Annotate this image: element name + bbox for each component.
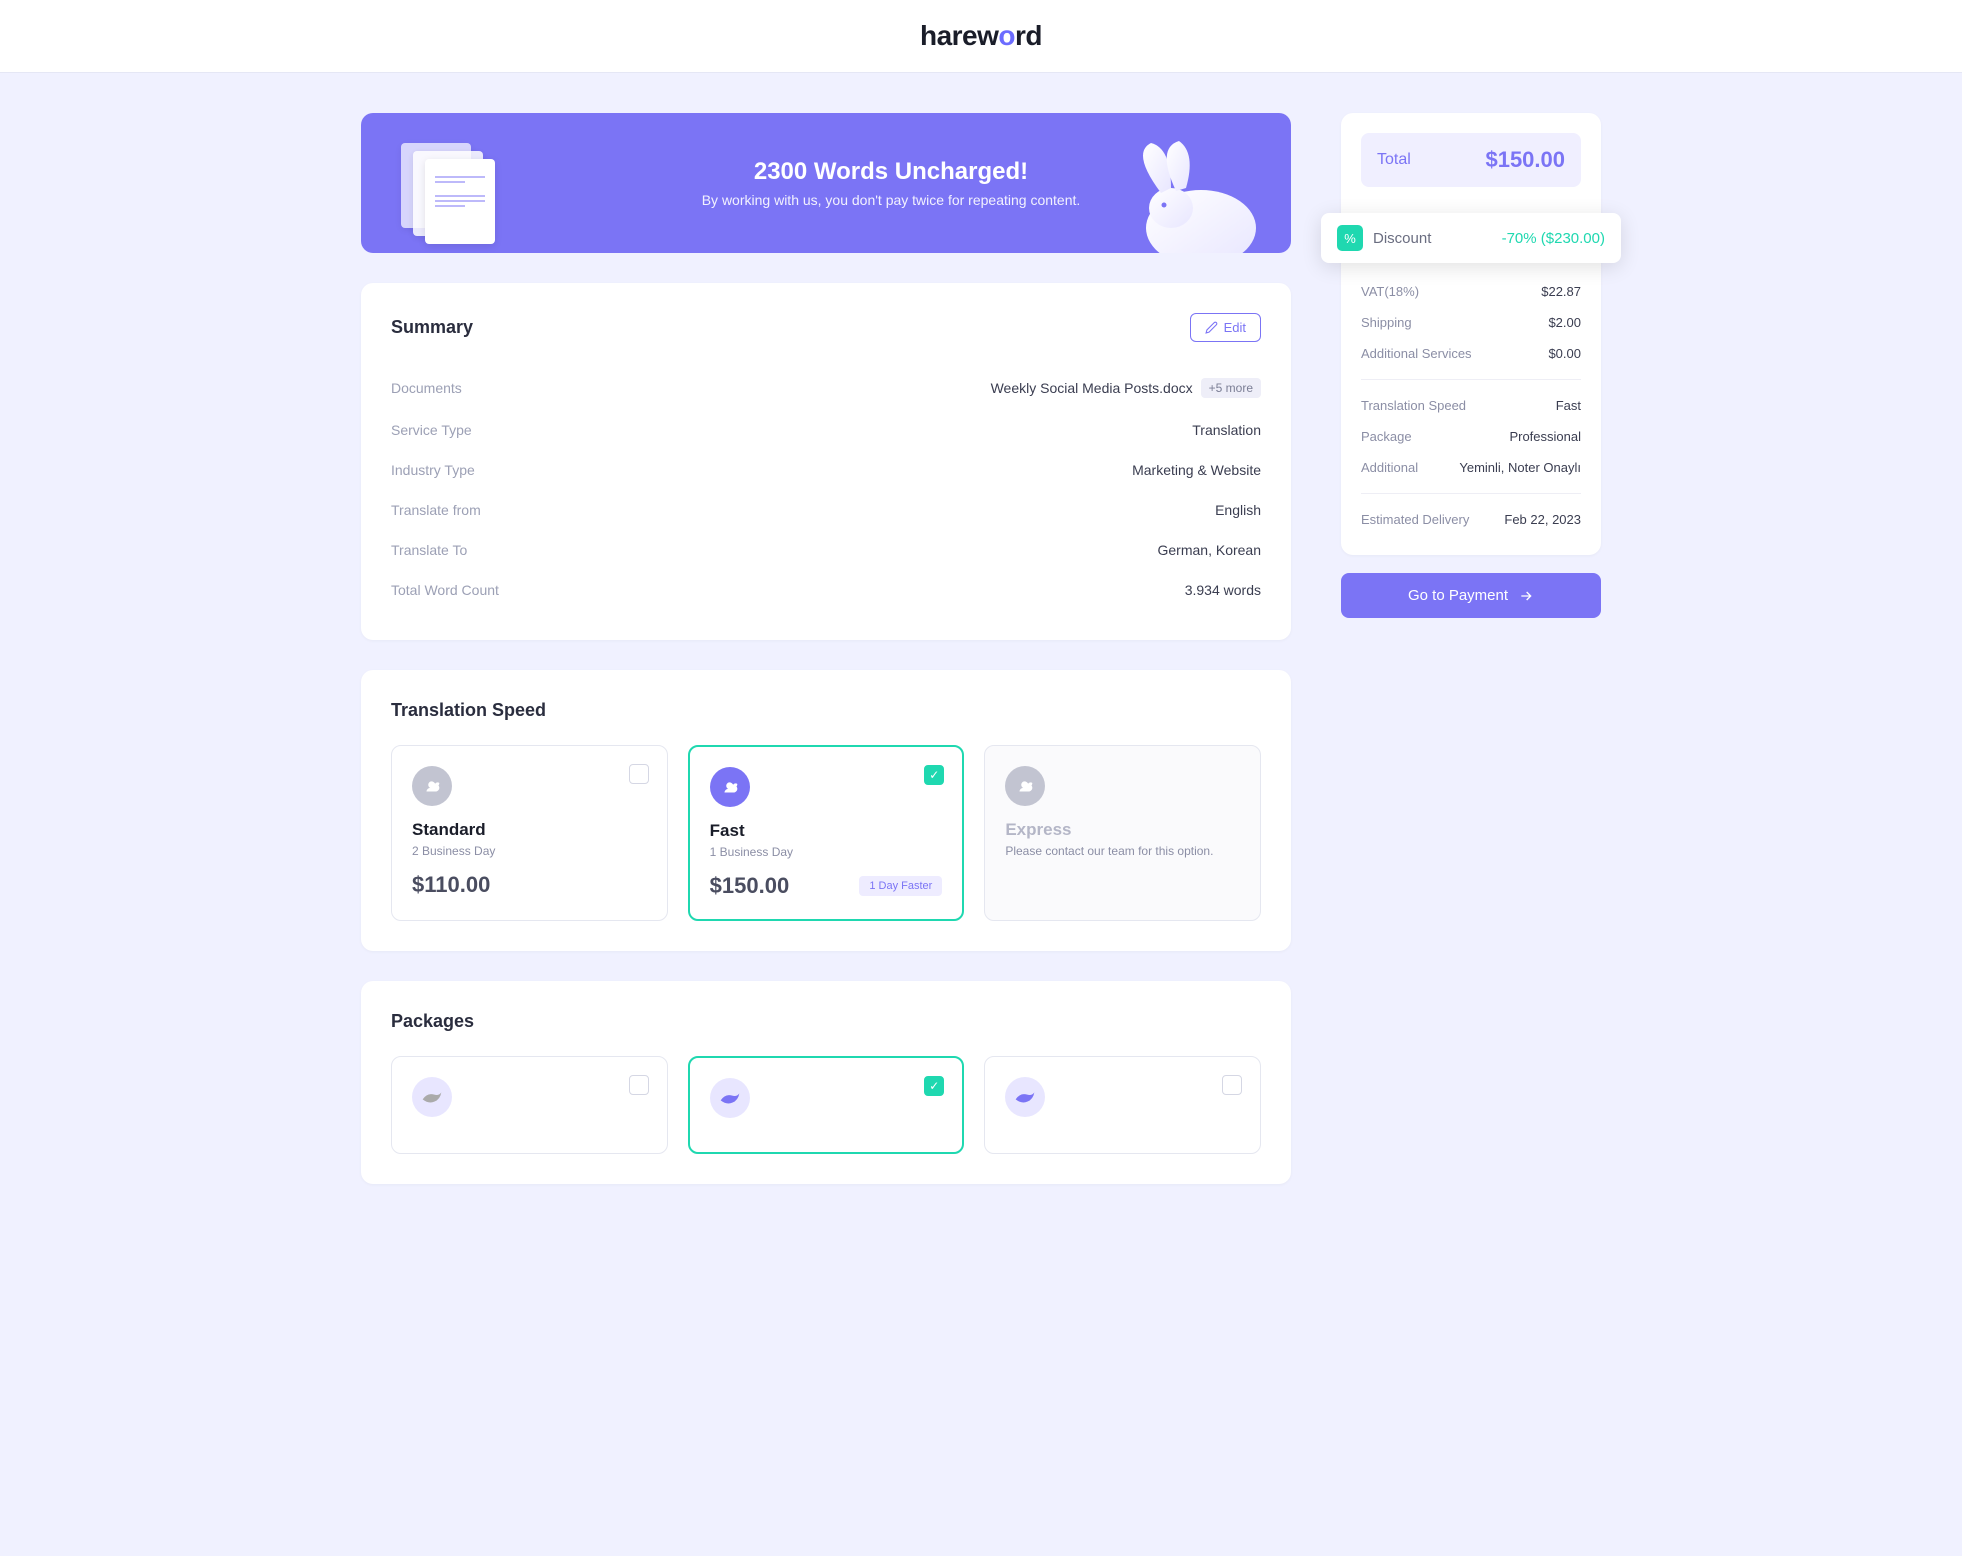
summary-card: Summary Edit Documents Weekly Social Med…	[361, 283, 1291, 640]
discount-value: -70% ($230.00)	[1502, 230, 1605, 247]
option-price: $110.00	[412, 872, 490, 898]
price-label: Additional Services	[1361, 346, 1472, 361]
price-row: Shipping $2.00	[1361, 307, 1581, 338]
row-label: Translate To	[391, 542, 467, 558]
row-value: 3.934 words	[1185, 582, 1261, 598]
option-price: $150.00	[710, 873, 790, 899]
package-option-2[interactable]: ✓	[688, 1056, 965, 1154]
detail-value: Fast	[1556, 398, 1581, 413]
row-label: Service Type	[391, 422, 472, 438]
edit-label: Edit	[1224, 320, 1246, 335]
rabbit-icon	[710, 767, 750, 807]
total-label: Total	[1377, 151, 1411, 169]
summary-row: Total Word Count 3.934 words	[391, 570, 1261, 610]
checkbox-icon	[629, 1075, 649, 1095]
option-name: Fast	[710, 821, 943, 841]
row-value: Marketing & Website	[1132, 462, 1261, 478]
est-label: Estimated Delivery	[1361, 512, 1469, 527]
detail-row: Translation Speed Fast	[1361, 390, 1581, 421]
speed-option-standard[interactable]: Standard 2 Business Day $110.00	[391, 745, 668, 921]
cta-label: Go to Payment	[1408, 587, 1508, 604]
summary-row: Translate from English	[391, 490, 1261, 530]
price-row: VAT(18%) $22.87	[1361, 276, 1581, 307]
checkbox-icon	[1222, 1075, 1242, 1095]
est-value: Feb 22, 2023	[1504, 512, 1581, 527]
row-value: Translation	[1192, 422, 1261, 438]
rabbit-illustration	[1101, 133, 1281, 253]
package-option-1[interactable]	[391, 1056, 668, 1154]
detail-row: Package Professional	[1361, 421, 1581, 452]
detail-label: Additional	[1361, 460, 1418, 475]
total-row: Total $150.00	[1361, 133, 1581, 187]
price-label: Shipping	[1361, 315, 1412, 330]
row-value: English	[1215, 502, 1261, 518]
row-label: Documents	[391, 380, 462, 396]
price-label: VAT(18%)	[1361, 284, 1419, 299]
summary-title: Summary	[391, 317, 473, 338]
discount-callout: % Discount -70% ($230.00)	[1321, 213, 1621, 263]
row-label: Industry Type	[391, 462, 475, 478]
row-label: Total Word Count	[391, 582, 499, 598]
option-name: Express	[1005, 820, 1240, 840]
bird-icon	[412, 1077, 452, 1117]
option-sub: Please contact our team for this option.	[1005, 844, 1240, 858]
pricing-box: Total $150.00 Subtotal $127,11VAT(18%) $…	[1341, 113, 1601, 555]
price-value: $2.00	[1548, 315, 1581, 330]
checkbox-checked-icon: ✓	[924, 765, 944, 785]
price-value: $22.87	[1541, 284, 1581, 299]
detail-label: Translation Speed	[1361, 398, 1466, 413]
bird-icon	[1005, 1077, 1045, 1117]
speed-option-fast[interactable]: ✓ Fast 1 Business Day $150.00 1 Day Fast…	[688, 745, 965, 921]
speed-card: Translation Speed Standard 2 Business Da…	[361, 670, 1291, 951]
discount-label: Discount	[1373, 230, 1492, 247]
row-value: German, Korean	[1158, 542, 1262, 558]
app-header: hareword	[0, 0, 1962, 73]
price-value: $0.00	[1548, 346, 1581, 361]
packages-card: Packages ✓	[361, 981, 1291, 1184]
arrow-right-icon	[1518, 588, 1534, 604]
packages-title: Packages	[391, 1011, 474, 1032]
promo-banner: 2300 Words Uncharged! By working with us…	[361, 113, 1291, 253]
speed-option-express[interactable]: Express Please contact our team for this…	[984, 745, 1261, 921]
rabbit-icon	[1005, 766, 1045, 806]
package-option-3[interactable]	[984, 1056, 1261, 1154]
brand-logo: hareword	[0, 20, 1962, 52]
rabbit-icon	[412, 766, 452, 806]
price-row: Additional Services $0.00	[1361, 338, 1581, 369]
summary-row: Service Type Translation	[391, 410, 1261, 450]
checkbox-checked-icon: ✓	[924, 1076, 944, 1096]
detail-row: Additional Yeminli, Noter Onaylı	[1361, 452, 1581, 483]
total-value: $150.00	[1485, 147, 1565, 173]
documents-illustration	[401, 143, 501, 223]
summary-row: Industry Type Marketing & Website	[391, 450, 1261, 490]
pencil-icon	[1205, 321, 1218, 334]
detail-value: Professional	[1509, 429, 1581, 444]
edit-button[interactable]: Edit	[1190, 313, 1261, 342]
detail-label: Package	[1361, 429, 1412, 444]
option-sub: 1 Business Day	[710, 845, 943, 859]
summary-row: Translate To German, Korean	[391, 530, 1261, 570]
row-label: Translate from	[391, 502, 481, 518]
summary-row: Documents Weekly Social Media Posts.docx…	[391, 366, 1261, 410]
bird-icon	[710, 1078, 750, 1118]
detail-value: Yeminli, Noter Onaylı	[1459, 460, 1581, 475]
go-to-payment-button[interactable]: Go to Payment	[1341, 573, 1601, 618]
more-pill[interactable]: +5 more	[1201, 378, 1261, 398]
option-name: Standard	[412, 820, 647, 840]
row-value: Weekly Social Media Posts.docx+5 more	[991, 378, 1261, 398]
percent-icon: %	[1337, 225, 1363, 251]
checkbox-icon	[629, 764, 649, 784]
speed-title: Translation Speed	[391, 700, 546, 721]
faster-badge: 1 Day Faster	[859, 876, 942, 896]
option-sub: 2 Business Day	[412, 844, 647, 858]
